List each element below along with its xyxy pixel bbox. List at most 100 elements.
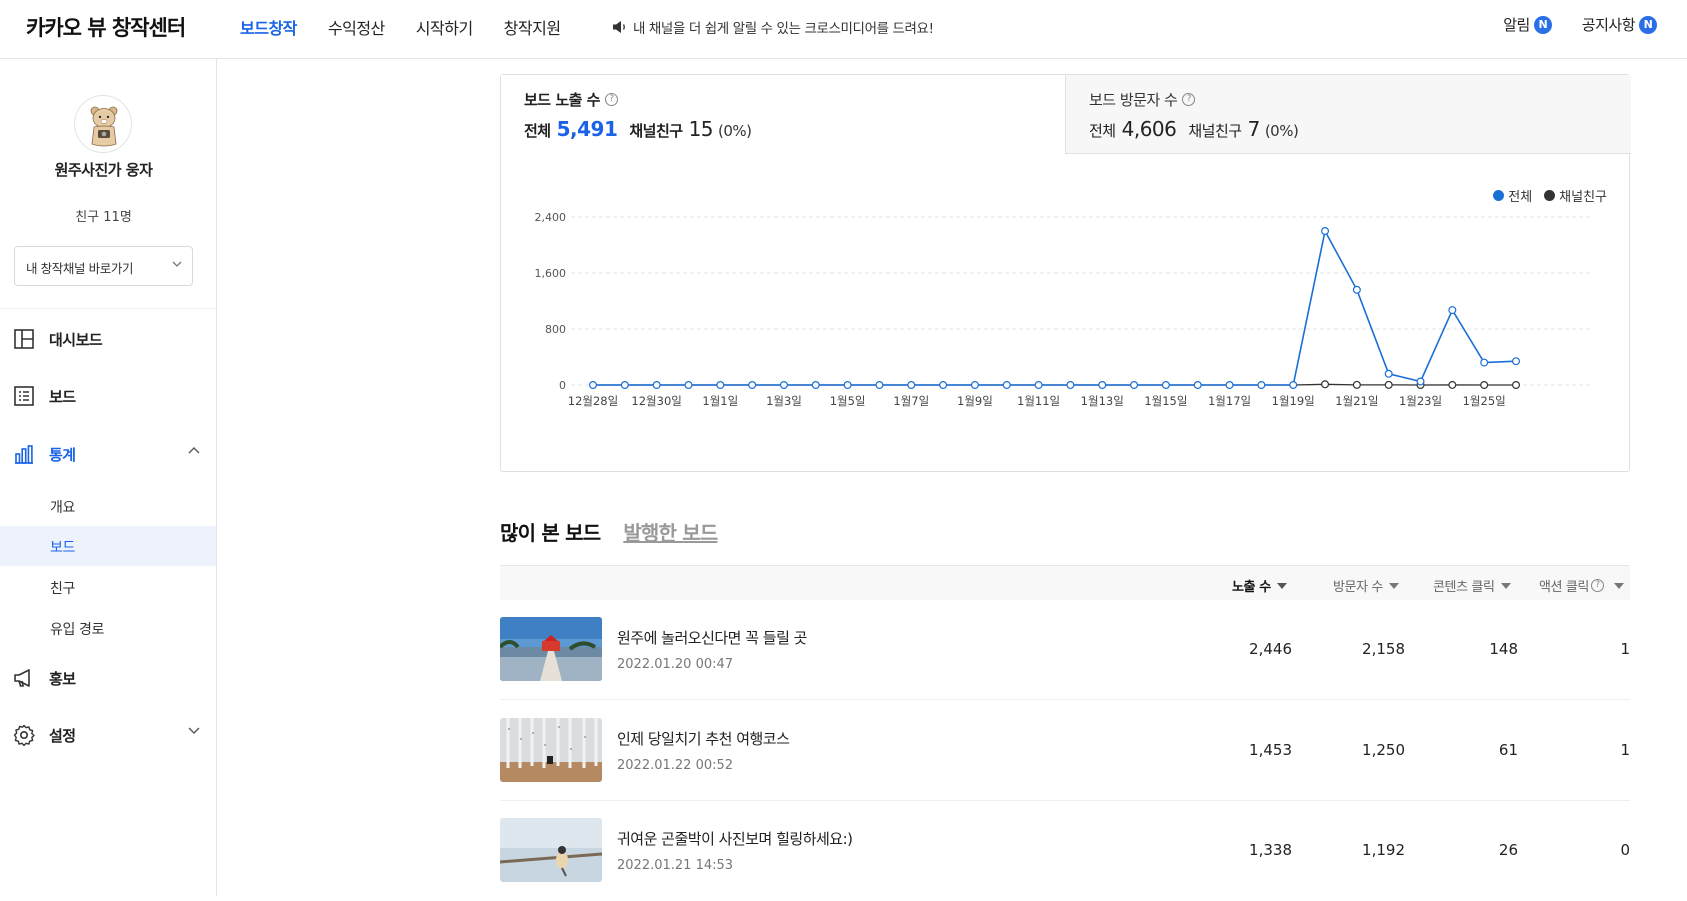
data-point-total[interactable] — [811, 381, 820, 390]
chevron-down-icon[interactable] — [188, 727, 200, 735]
data-point-friends[interactable] — [1511, 381, 1520, 390]
board-thumbnail[interactable] — [500, 718, 602, 782]
data-point-total[interactable] — [939, 381, 948, 390]
x-tick-label: 1월21일 — [1335, 394, 1378, 408]
sidebar-item-promotion[interactable]: 홍보 — [0, 658, 216, 698]
data-point-total[interactable] — [907, 381, 916, 390]
data-point-total[interactable] — [1321, 227, 1330, 236]
legend-item-friends[interactable]: 채널친구 — [1544, 186, 1607, 205]
notice-banner[interactable]: 내 채널을 더 쉽게 알릴 수 있는 크로스미디어를 드려요! — [612, 17, 934, 37]
y-tick-label: 0 — [559, 379, 566, 392]
sidebar-item-dashboard[interactable]: 대시보드 — [0, 319, 216, 359]
sort-action-clicks[interactable]: 액션 클릭? — [1539, 576, 1624, 595]
action-clicks-value: 1 — [1620, 741, 1630, 759]
content-clicks-value: 61 — [1498, 741, 1518, 759]
nav-creator-support[interactable]: 창작지원 — [504, 15, 561, 39]
data-point-total[interactable] — [1193, 381, 1202, 390]
data-point-total[interactable] — [620, 381, 629, 390]
announcements-link[interactable]: 공지사항 N — [1582, 14, 1657, 35]
y-tick-label: 800 — [545, 323, 566, 336]
thumbnail-image — [500, 718, 602, 782]
speaker-icon — [613, 21, 625, 33]
sidebar-item-settings[interactable]: 설정 — [0, 715, 216, 755]
legend-item-total[interactable]: 전체 — [1493, 186, 1532, 205]
nav-board-create[interactable]: 보드창작 — [240, 15, 297, 39]
table-row[interactable]: 귀여운 곤줄박이 사진보며 힐링하세요:) 2022.01.21 14:53 1… — [500, 801, 1630, 901]
data-point-total[interactable] — [970, 381, 979, 390]
tab-published-boards[interactable]: 발행한 보드 — [623, 517, 718, 546]
avatar[interactable] — [74, 95, 132, 153]
data-point-total[interactable] — [716, 381, 725, 390]
data-point-friends[interactable] — [1321, 380, 1330, 389]
x-tick-label: 1월11일 — [1017, 394, 1060, 408]
data-point-friends[interactable] — [1352, 380, 1361, 389]
action-clicks-value: 0 — [1620, 841, 1630, 859]
data-point-friends[interactable] — [1384, 380, 1393, 389]
sidebar-item-stats[interactable]: 통계 — [0, 434, 216, 474]
visitors-card[interactable]: 보드 방문자 수? 전체 4,606 채널친구 7 (0%) — [1065, 75, 1631, 154]
channel-shortcut-select[interactable]: 내 창작채널 바로가기 — [14, 246, 193, 286]
nav-revenue[interactable]: 수익정산 — [328, 15, 385, 39]
sort-content-clicks[interactable]: 콘텐츠 클릭 — [1433, 576, 1511, 595]
table-row[interactable]: 인제 당일치기 추천 여행코스 2022.01.22 00:52 1,453 1… — [500, 701, 1630, 801]
data-point-total[interactable] — [1161, 381, 1170, 390]
data-point-total[interactable] — [1098, 381, 1107, 390]
table-row[interactable]: 원주에 놀러오신다면 꼭 들릴 곳 2022.01.20 00:47 2,446… — [500, 600, 1630, 700]
notice-text: 내 채널을 더 쉽게 알릴 수 있는 크로스미디어를 드려요! — [633, 21, 934, 37]
visitors-value: 1,250 — [1362, 741, 1405, 759]
data-point-total[interactable] — [1002, 381, 1011, 390]
sidebar-item-label: 보드 — [49, 388, 76, 406]
data-point-total[interactable] — [1384, 369, 1393, 378]
sidebar-item-label: 설정 — [49, 727, 76, 745]
data-point-friends[interactable] — [1480, 381, 1489, 390]
app-logo[interactable]: 카카오 뷰 창작센터 — [26, 12, 186, 42]
data-point-total[interactable] — [588, 381, 597, 390]
list-icon — [14, 386, 34, 406]
help-icon[interactable]: ? — [1182, 93, 1196, 106]
impressions-card[interactable]: 보드 노출 수? 전체 5,491 채널친구 15 (0%) — [501, 75, 1066, 154]
data-point-total[interactable] — [875, 381, 884, 390]
data-point-total[interactable] — [1511, 357, 1520, 366]
data-point-total[interactable] — [1034, 381, 1043, 390]
data-point-total[interactable] — [843, 381, 852, 390]
data-point-total[interactable] — [1257, 381, 1266, 390]
sidebar-subitem-traffic-source[interactable]: 유입 경로 — [0, 608, 216, 648]
sidebar-item-board[interactable]: 보드 — [0, 376, 216, 416]
sort-impressions[interactable]: 노출 수 — [1232, 576, 1287, 595]
x-tick-label: 1월19일 — [1272, 394, 1315, 408]
data-point-total[interactable] — [1066, 381, 1075, 390]
board-thumbnail[interactable] — [500, 617, 602, 681]
sidebar-subitem-board[interactable]: 보드 — [0, 526, 216, 566]
tab-popular-boards[interactable]: 많이 본 보드 — [500, 517, 601, 546]
sort-visitors[interactable]: 방문자 수 — [1333, 576, 1399, 595]
data-point-total[interactable] — [748, 381, 757, 390]
x-tick-label: 12월28일 — [568, 394, 618, 408]
board-title[interactable]: 귀여운 곤줄박이 사진보며 힐링하세요:) — [617, 828, 853, 849]
data-point-total[interactable] — [684, 381, 693, 390]
data-point-total[interactable] — [1130, 381, 1139, 390]
sidebar-subitem-friends[interactable]: 친구 — [0, 567, 216, 607]
help-icon[interactable]: ? — [604, 93, 618, 106]
data-point-total[interactable] — [1448, 306, 1457, 315]
sidebar-subitem-overview[interactable]: 개요 — [0, 486, 216, 526]
data-point-total[interactable] — [779, 381, 788, 390]
nav-getting-started[interactable]: 시작하기 — [416, 15, 473, 39]
data-point-total[interactable] — [652, 381, 661, 390]
board-thumbnail[interactable] — [500, 818, 602, 882]
data-point-total[interactable] — [1289, 381, 1298, 390]
board-title[interactable]: 인제 당일치기 추천 여행코스 — [617, 728, 790, 749]
data-point-friends[interactable] — [1448, 380, 1457, 389]
content-clicks-value: 26 — [1498, 841, 1518, 859]
board-title[interactable]: 원주에 놀러오신다면 꼭 들릴 곳 — [617, 627, 807, 648]
x-tick-label: 12월30일 — [631, 394, 681, 408]
y-tick-label: 1,600 — [535, 267, 567, 280]
data-point-total[interactable] — [1416, 377, 1425, 386]
top-header: 카카오 뷰 창작센터 보드창작 수익정산 시작하기 창작지원 내 채널을 더 쉽… — [0, 0, 1687, 59]
chevron-up-icon[interactable] — [188, 446, 200, 454]
data-point-total[interactable] — [1225, 381, 1234, 390]
help-icon[interactable]: ? — [1590, 579, 1604, 592]
data-point-total[interactable] — [1480, 358, 1489, 367]
impressions-value: 1,453 — [1249, 741, 1292, 759]
alerts-link[interactable]: 알림 N — [1503, 14, 1552, 35]
data-point-total[interactable] — [1352, 285, 1361, 294]
